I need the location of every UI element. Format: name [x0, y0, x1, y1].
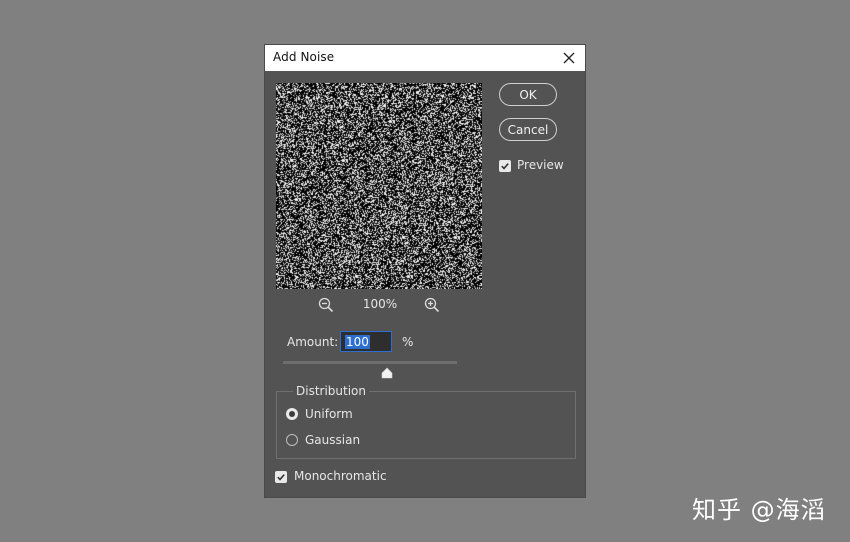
amount-value: 100 [345, 335, 370, 349]
monochromatic-checkbox[interactable] [275, 471, 287, 483]
uniform-radio[interactable] [286, 408, 298, 420]
cancel-button[interactable]: Cancel [499, 118, 557, 141]
zoom-controls: 100% [276, 295, 482, 315]
amount-unit: % [402, 335, 414, 349]
distribution-legend: Distribution [293, 384, 370, 398]
monochromatic-label[interactable]: Monochromatic [294, 469, 387, 483]
dialog-title: Add Noise [273, 50, 335, 64]
gaussian-radio[interactable] [286, 434, 298, 446]
preview-label: Preview [517, 158, 564, 172]
zoom-in-icon[interactable] [423, 296, 441, 314]
noise-preview[interactable] [276, 83, 482, 289]
add-noise-dialog: Add Noise 100% OK Cancel Preview Amount:… [265, 45, 585, 497]
noise-preview-image [276, 83, 482, 289]
ok-button[interactable]: OK [499, 83, 557, 106]
amount-slider-track[interactable] [283, 361, 457, 364]
zoom-level: 100% [362, 297, 398, 311]
zoom-out-icon[interactable] [317, 296, 335, 314]
close-icon[interactable] [559, 48, 579, 68]
workspace-background: Add Noise 100% OK Cancel Preview Amount:… [0, 0, 850, 542]
watermark: 知乎 @海滔 [692, 496, 826, 524]
uniform-label[interactable]: Uniform [305, 407, 353, 421]
checkmark-icon [501, 163, 509, 170]
gaussian-label[interactable]: Gaussian [305, 433, 360, 447]
amount-label: Amount: [287, 335, 339, 349]
amount-slider-thumb[interactable] [381, 364, 393, 379]
checkmark-icon [277, 474, 285, 481]
dialog-titlebar[interactable]: Add Noise [265, 45, 585, 71]
preview-checkbox[interactable] [499, 160, 511, 172]
amount-input[interactable]: 100 [340, 331, 392, 352]
distribution-group [276, 391, 576, 459]
